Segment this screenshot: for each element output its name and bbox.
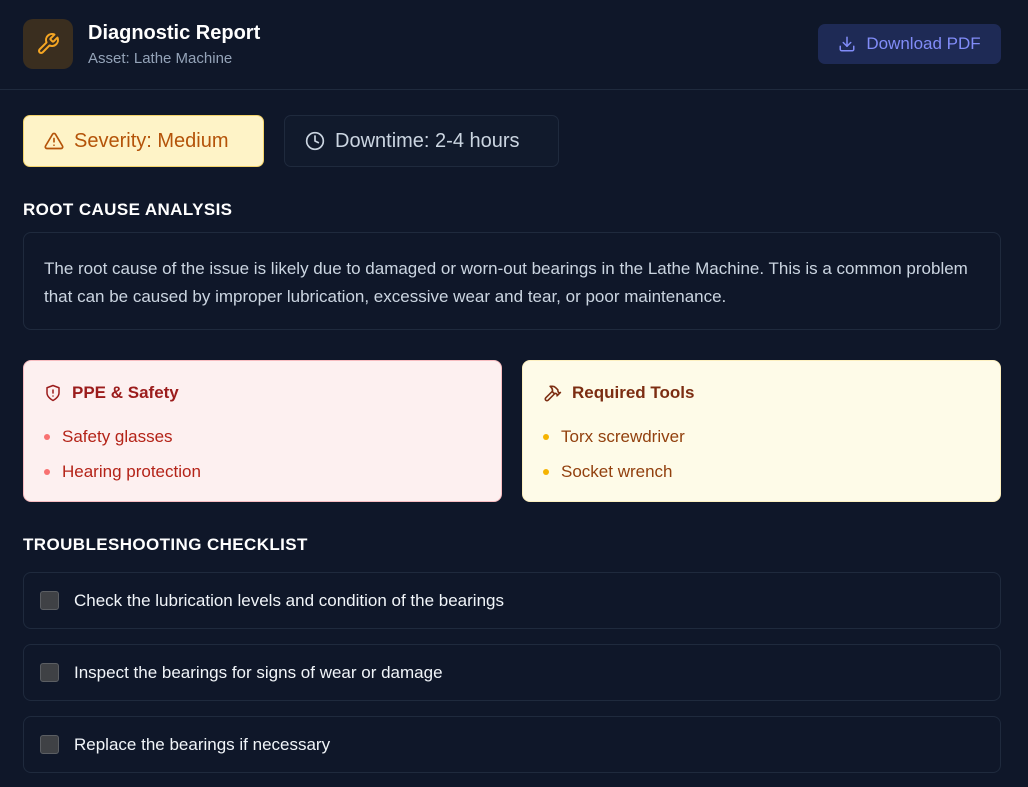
root-cause-text: The root cause of the issue is likely du… xyxy=(23,232,1001,330)
checklist-checkbox[interactable] xyxy=(40,663,59,682)
checklist-item[interactable]: Replace the bearings if necessary xyxy=(23,716,1001,773)
checklist-item-label: Check the lubrication levels and conditi… xyxy=(74,590,504,610)
checklist-item-label: Replace the bearings if necessary xyxy=(74,734,331,754)
shield-alert-icon xyxy=(46,384,60,402)
wrench-icon xyxy=(38,33,59,54)
bullet-icon xyxy=(44,433,50,440)
bullet-icon xyxy=(543,433,549,440)
tool-item-label: Socket wrench xyxy=(561,461,673,481)
root-cause-heading: ROOT CAUSE ANALYSIS xyxy=(23,200,233,219)
ppe-card-header: PPE & Safety xyxy=(44,383,481,403)
page-title: Diagnostic Report xyxy=(88,22,261,44)
downtime-badge: Downtime: 2-4 hours xyxy=(284,115,559,167)
severity-text: Severity: Medium xyxy=(74,129,229,152)
bullet-icon xyxy=(44,468,50,475)
list-item: Hearing protection xyxy=(44,454,481,489)
ppe-item-label: Hearing protection xyxy=(62,461,201,481)
logo-badge xyxy=(23,19,73,69)
severity-badge: Severity: Medium xyxy=(23,115,264,167)
tools-list: Torx screwdriver Socket wrench xyxy=(543,419,980,489)
ppe-safety-card: PPE & Safety Safety glasses Hearing prot… xyxy=(23,360,502,502)
checklist-checkbox[interactable] xyxy=(40,591,59,610)
list-item: Torx screwdriver xyxy=(543,419,980,454)
ppe-card-title: PPE & Safety xyxy=(72,383,179,402)
asset-subtitle: Asset: Lathe Machine xyxy=(88,50,233,67)
bullet-icon xyxy=(543,468,549,475)
tools-card-title: Required Tools xyxy=(572,383,695,402)
list-item: Socket wrench xyxy=(543,454,980,489)
warning-icon xyxy=(44,132,64,150)
checklist-item[interactable]: Inspect the bearings for signs of wear o… xyxy=(23,644,1001,701)
checklist-item-label: Inspect the bearings for signs of wear o… xyxy=(74,662,443,682)
clock-icon xyxy=(305,131,325,151)
hammer-icon xyxy=(544,385,562,401)
tool-item-label: Torx screwdriver xyxy=(561,426,685,446)
ppe-item-label: Safety glasses xyxy=(62,426,173,446)
download-icon xyxy=(839,36,855,52)
tools-card-header: Required Tools xyxy=(543,383,980,403)
report-header: Diagnostic Report Asset: Lathe Machine D… xyxy=(0,0,1028,90)
required-tools-card: Required Tools Torx screwdriver Socket w… xyxy=(522,360,1001,502)
checklist-item[interactable]: Check the lubrication levels and conditi… xyxy=(23,572,1001,629)
download-pdf-button[interactable]: Download PDF xyxy=(818,24,1001,64)
list-item: Safety glasses xyxy=(44,419,481,454)
downtime-text: Downtime: 2-4 hours xyxy=(335,129,520,152)
download-pdf-label: Download PDF xyxy=(866,34,981,53)
checklist-checkbox[interactable] xyxy=(40,735,59,754)
ppe-list: Safety glasses Hearing protection xyxy=(44,419,481,489)
checklist-heading: TROUBLESHOOTING CHECKLIST xyxy=(23,535,308,554)
